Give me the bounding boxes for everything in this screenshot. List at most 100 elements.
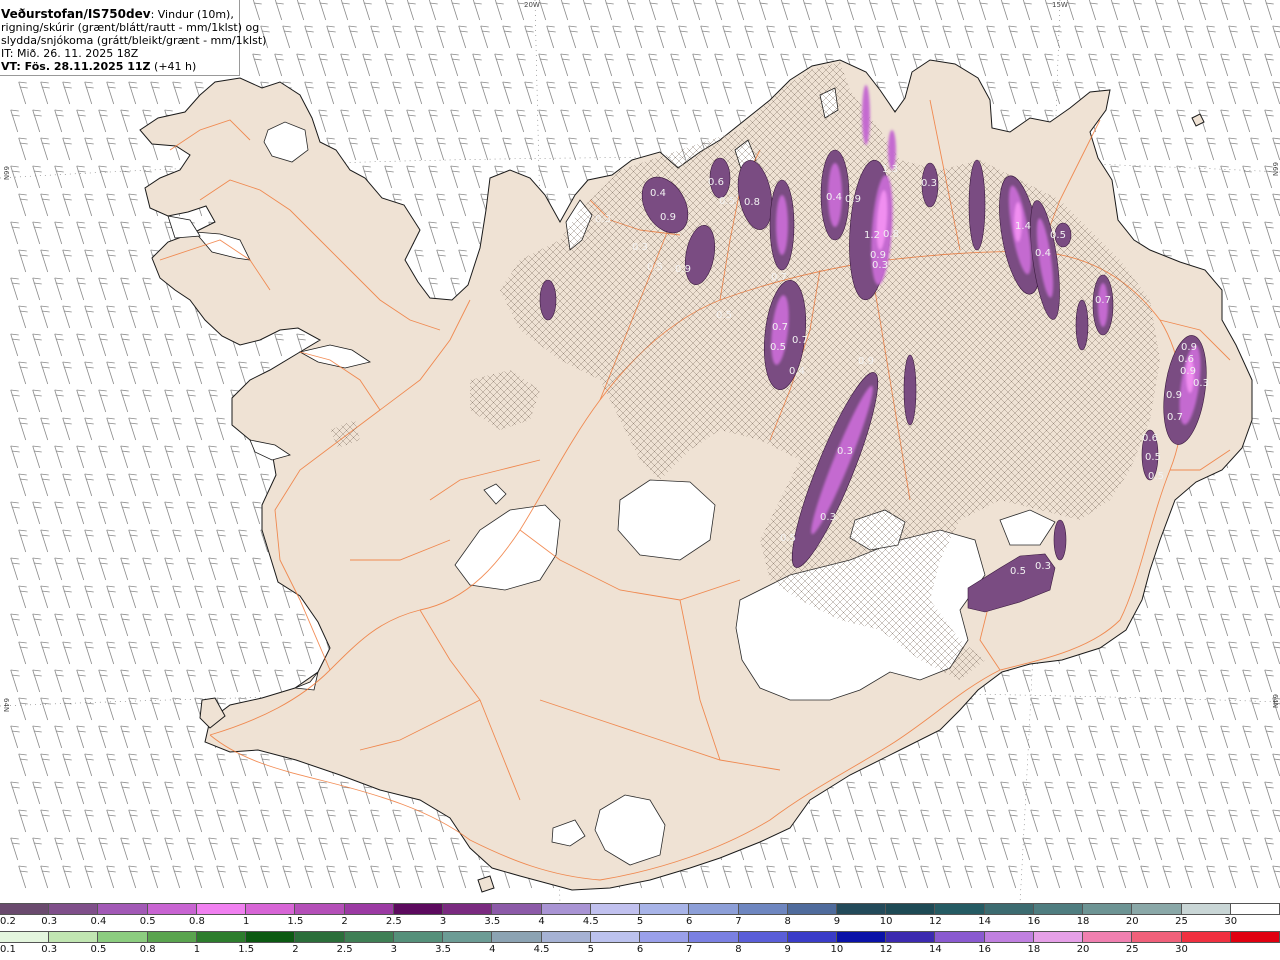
scale-swatch bbox=[984, 904, 1034, 914]
scale-label: 18 bbox=[1076, 916, 1090, 927]
scale-swatch bbox=[1230, 932, 1280, 942]
lat-label-66n-left: 66N bbox=[2, 166, 10, 181]
precip-value-label: 0.6 bbox=[1178, 354, 1194, 365]
scale-swatch bbox=[689, 932, 739, 942]
desc-line2: rigning/skúrir (grænt/blátt/rautt - mm/1… bbox=[1, 21, 260, 34]
desc-line3: slydda/snjókoma (grátt/bleikt/grænt - mm… bbox=[1, 34, 267, 47]
precip-value-label: 0.3 bbox=[1193, 378, 1209, 389]
scale-swatch bbox=[492, 904, 542, 914]
precip-value-label: 1.4 bbox=[1015, 221, 1031, 232]
scale-swatch bbox=[640, 932, 690, 942]
scale-swatch bbox=[886, 904, 936, 914]
precip-value-label: 0.3 bbox=[595, 214, 611, 225]
scale-swatch bbox=[1033, 932, 1084, 942]
precip-value-label: 0.5 bbox=[719, 196, 735, 207]
precip-value-label: 0.8 bbox=[744, 197, 760, 208]
precip-value-label: 0.7 bbox=[772, 322, 788, 333]
scale-swatch bbox=[393, 904, 444, 914]
scale-label: 4 bbox=[538, 916, 545, 927]
scale-label: 1.5 bbox=[238, 944, 255, 955]
scale-swatch bbox=[1181, 904, 1231, 914]
scale-swatch bbox=[443, 932, 493, 942]
scale-swatch bbox=[49, 904, 99, 914]
scale-label: 0.3 bbox=[41, 944, 58, 955]
scale-label: 12 bbox=[929, 916, 942, 927]
scale-label: 0.5 bbox=[90, 944, 107, 955]
precip-value-label: 0.6 bbox=[708, 177, 724, 188]
scale-swatch bbox=[393, 932, 444, 942]
scale-label: 5 bbox=[587, 944, 594, 955]
scale-label: 1 bbox=[242, 916, 250, 927]
scale-swatch bbox=[1083, 904, 1133, 914]
precip-value-label: 0.5 bbox=[647, 262, 663, 273]
init-time: IT: Mið. 26. 11. 2025 18Z bbox=[1, 47, 139, 60]
precip-value-label: 0.5 bbox=[780, 533, 796, 544]
scale-label: 3 bbox=[390, 944, 398, 955]
precip-value-label: 0.6 bbox=[1142, 433, 1158, 444]
precip-value-label: 0.7 bbox=[1095, 295, 1111, 306]
precip-value-label: 0.7 bbox=[771, 272, 787, 283]
scale-swatch bbox=[590, 904, 641, 914]
precip-value-label: 0.9 bbox=[1181, 342, 1197, 353]
scale-swatch bbox=[836, 904, 887, 914]
scale-swatch bbox=[1230, 904, 1280, 914]
precip-value-label: 0.3 bbox=[632, 242, 648, 253]
lat-label-66n-right: 66N bbox=[1271, 162, 1279, 177]
precip-value-label: 0.9 bbox=[858, 356, 874, 367]
scale-swatch bbox=[1083, 932, 1133, 942]
scale-label: 14 bbox=[929, 944, 942, 955]
rain-scale-bar bbox=[0, 931, 1280, 943]
precip-value-label: 0.9 bbox=[675, 264, 691, 275]
scale-label: 9 bbox=[833, 916, 841, 927]
scale-label: 3 bbox=[439, 916, 447, 927]
scale-label: 4.5 bbox=[582, 916, 599, 927]
scale-swatch bbox=[836, 932, 887, 942]
lead-time: (+41 h) bbox=[154, 60, 197, 73]
scale-swatch bbox=[492, 932, 542, 942]
scale-swatch bbox=[984, 932, 1034, 942]
model-name: Veðurstofan/IS750dev bbox=[1, 7, 151, 21]
precip-value-label: 0.5 bbox=[1145, 452, 1161, 463]
scale-swatch bbox=[738, 904, 788, 914]
scale-label: 0.3 bbox=[41, 916, 58, 927]
scale-swatch bbox=[98, 904, 148, 914]
scale-label: 5 bbox=[636, 916, 644, 927]
scale-label: 0.2 bbox=[0, 916, 16, 927]
scale-swatch bbox=[246, 904, 296, 914]
lon-label-15w: 15W bbox=[1052, 1, 1068, 9]
scale-label: 2 bbox=[341, 916, 348, 927]
scale-swatch bbox=[1181, 932, 1231, 942]
scale-swatch bbox=[196, 904, 247, 914]
precip-value-label: 0.7 bbox=[1167, 412, 1183, 423]
scale-label: 4.5 bbox=[533, 944, 550, 955]
scale-swatch bbox=[1132, 904, 1182, 914]
precip-value-label: 0.5 bbox=[770, 342, 786, 353]
scale-label: 1 bbox=[193, 944, 201, 955]
scale-label: 2.5 bbox=[336, 944, 353, 955]
scale-label: 30 bbox=[1175, 944, 1188, 955]
lat-label-64n-left: 64N bbox=[2, 698, 10, 713]
snow-scale-bar bbox=[0, 903, 1280, 915]
scale-label: 4 bbox=[489, 944, 496, 955]
scale-label: 0.5 bbox=[139, 916, 156, 927]
map-title-box: Veðurstofan/IS750dev: Vindur (10m), rign… bbox=[0, 0, 267, 76]
scale-label: 25 bbox=[1125, 944, 1139, 955]
precip-value-label: 0.7 bbox=[792, 335, 808, 346]
weather-map: 0.30.40.90.30.50.60.90.5 0.8 0.4 0.91.2 0.80… bbox=[0, 0, 1280, 903]
scale-label: 16 bbox=[1027, 916, 1041, 927]
precip-value-label: 0.4 bbox=[789, 366, 805, 377]
scale-label: 9 bbox=[784, 944, 791, 955]
scale-label: 18 bbox=[1027, 944, 1041, 955]
scale-swatch bbox=[738, 932, 788, 942]
precip-value-label: 0.3 bbox=[820, 512, 836, 523]
scale-label: 7 bbox=[735, 916, 742, 927]
scale-label: 1.5 bbox=[287, 916, 304, 927]
scale-swatch bbox=[147, 932, 197, 942]
scale-swatch bbox=[147, 904, 197, 914]
precip-value-label: 0.5 bbox=[716, 310, 732, 321]
precip-value-label: 1.2 bbox=[864, 230, 880, 241]
scale-swatch bbox=[246, 932, 296, 942]
scale-label: 0.4 bbox=[90, 916, 107, 927]
scale-swatch bbox=[640, 904, 690, 914]
precip-value-label: 0.4 bbox=[1035, 248, 1051, 259]
